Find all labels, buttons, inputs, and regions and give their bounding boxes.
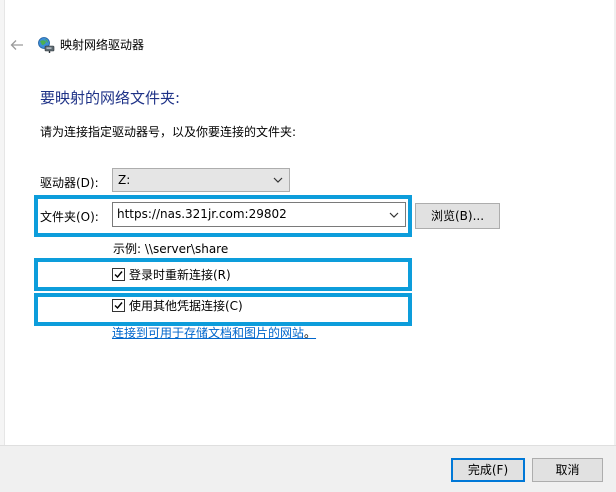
credentials-label: 使用其他凭据连接(C) (129, 299, 243, 313)
map-network-drive-dialog: 映射网络驱动器 要映射的网络文件夹: 请为连接指定驱动器号，以及你要连接的文件夹… (0, 0, 616, 492)
chevron-down-icon[interactable] (387, 208, 401, 222)
network-drive-icon (37, 36, 55, 54)
storage-link-text[interactable]: 连接到可用于存储文档和图片的网站 (112, 326, 304, 340)
credentials-checkbox-row[interactable]: 使用其他凭据连接(C) (112, 298, 272, 314)
browse-button[interactable]: 浏览(B)... (415, 203, 500, 229)
storage-website-link[interactable]: 连接到可用于存储文档和图片的网站。 (112, 325, 316, 341)
drive-letter-value: Z: (118, 173, 131, 187)
window-title: 映射网络驱动器 (60, 38, 145, 52)
page-heading: 要映射的网络文件夹: (40, 89, 181, 107)
folder-input-value: https://nas.321jr.com:29802 (117, 207, 287, 221)
storage-link-period: 。 (304, 326, 317, 340)
example-text: 示例: \\server\share (113, 242, 229, 256)
folder-input[interactable]: https://nas.321jr.com:29802 (112, 202, 406, 227)
credentials-checkbox[interactable] (112, 299, 125, 312)
finish-button[interactable]: 完成(F) (451, 458, 525, 482)
cancel-button[interactable]: 取消 (532, 458, 603, 482)
back-arrow-icon[interactable] (9, 37, 25, 53)
reconnect-checkbox[interactable] (112, 268, 125, 281)
reconnect-checkbox-row[interactable]: 登录时重新连接(R) (112, 267, 272, 283)
left-window-edge (0, 0, 5, 492)
button-bar: 完成(F) 取消 (0, 445, 616, 492)
drive-letter-dropdown[interactable]: Z: (112, 168, 290, 192)
reconnect-label: 登录时重新连接(R) (129, 268, 231, 282)
folder-label: 文件夹(O): (40, 210, 99, 224)
drive-label: 驱动器(D): (40, 176, 99, 190)
instruction-text: 请为连接指定驱动器号，以及你要连接的文件夹: (40, 125, 297, 139)
chevron-down-icon (271, 173, 285, 187)
